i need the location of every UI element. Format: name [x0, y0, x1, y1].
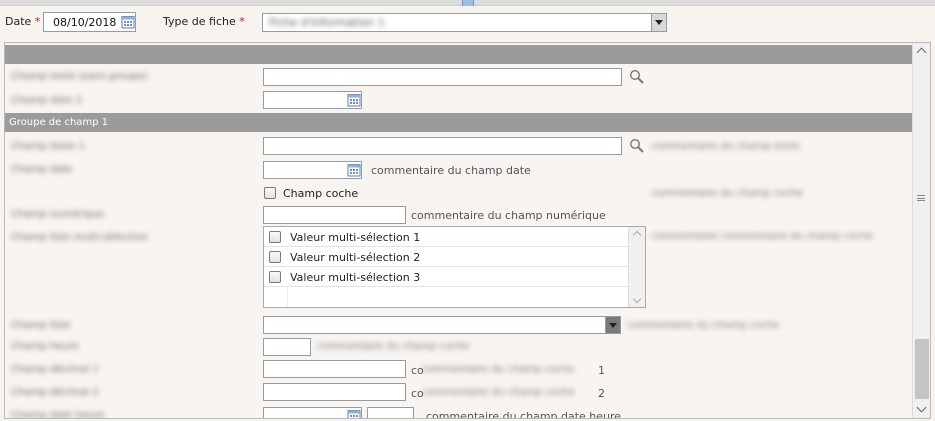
field-comment: commentaire du champ coche [422, 364, 575, 375]
numeric-input[interactable] [263, 206, 406, 224]
field-label: Champ texte (sans groupe) [11, 71, 148, 82]
search-icon[interactable] [629, 69, 645, 85]
multi-select-list[interactable]: Valeur multi-sélection 1 Valeur multi-sé… [263, 226, 646, 308]
decimal-input[interactable] [263, 360, 406, 378]
divider [287, 287, 288, 307]
list-select[interactable] [263, 316, 621, 334]
field-comment: commentaire du champ coche [627, 320, 780, 331]
form-panel[interactable]: Champ texte (sans groupe) Champ date 2 G… [4, 42, 931, 419]
calendar-icon[interactable] [121, 15, 135, 29]
field-comment: commentaire commentaire du champ coche [651, 231, 873, 242]
type-fiche-select[interactable]: Fiche d'information 1 [262, 13, 667, 32]
option-label: Valeur multi-sélection 2 [290, 251, 421, 264]
list-item[interactable]: Valeur multi-sélection 3 [264, 267, 628, 287]
list-item[interactable]: Valeur multi-sélection 2 [264, 247, 628, 267]
option-checkbox[interactable] [269, 231, 281, 243]
field-comment: commentaire du champ numérique [411, 209, 606, 222]
field-comment: commentaire du champ texte [651, 141, 800, 152]
option-label: Valeur multi-sélection 1 [290, 231, 421, 244]
chevron-up-icon[interactable] [632, 230, 642, 236]
date-value: 08/10/2018 [53, 16, 117, 29]
calendar-icon[interactable] [347, 409, 361, 418]
form-scrollbar[interactable] [912, 43, 930, 418]
calendar-icon[interactable] [347, 163, 361, 177]
field-comment: commentaire du champ date [371, 164, 531, 177]
chevron-down-icon[interactable] [605, 317, 620, 333]
type-fiche-value: Fiche d'information 1 [269, 16, 385, 29]
field-label: Champ liste [11, 320, 71, 331]
date-input[interactable] [263, 161, 362, 179]
field-label: Champ date [11, 164, 73, 175]
chevron-up-icon[interactable] [914, 43, 930, 59]
scroll-thumb[interactable] [915, 339, 929, 399]
field-comment: commentaire du champ coche [651, 188, 804, 199]
option-checkbox[interactable] [269, 251, 281, 263]
date-input[interactable] [263, 91, 362, 109]
comment-suffix: 1 [598, 364, 605, 377]
list-scrollbar[interactable] [628, 227, 645, 307]
field-label: Champ texte 1 [11, 141, 86, 152]
checkbox-label: Champ coche [283, 187, 359, 200]
decimal-input[interactable] [263, 383, 406, 401]
field-comment: commentaire du champ date heure [426, 410, 622, 419]
calendar-icon[interactable] [347, 93, 361, 107]
chevron-down-icon[interactable] [914, 402, 930, 418]
field-label: Champ numérique [11, 209, 105, 220]
field-label: Champ décimal 2 [11, 387, 99, 398]
text-input[interactable] [263, 68, 622, 86]
type-fiche-label: Type de fiche * [163, 15, 245, 28]
required-mark: * [34, 15, 41, 28]
time-input[interactable] [367, 407, 414, 418]
scroll-grip-icon [917, 195, 925, 201]
splitter-grip[interactable] [462, 0, 474, 6]
chevron-down-icon[interactable] [632, 297, 642, 303]
group-header: Groupe de champ 1 [5, 113, 912, 132]
field-label: Champ heure [11, 341, 79, 352]
comment-suffix: 2 [598, 387, 605, 400]
search-icon[interactable] [629, 138, 645, 154]
option-label: Valeur multi-sélection 3 [290, 271, 421, 284]
field-comment: commentaire du champ coche [422, 387, 575, 398]
date-input[interactable] [263, 407, 362, 418]
field-label: Champ liste multi-sélection [11, 232, 148, 243]
date-label: Date * [5, 15, 41, 28]
field-comment: commentaire du champ coche [317, 341, 470, 352]
field-label: Champ date 2 [11, 95, 82, 106]
champ-coche-checkbox[interactable] [264, 187, 276, 199]
text-input[interactable] [263, 137, 622, 155]
hour-input[interactable] [263, 338, 311, 356]
option-checkbox[interactable] [269, 271, 281, 283]
top-splitter[interactable] [0, 0, 935, 6]
required-mark: * [239, 15, 245, 28]
field-label: Champ décimal 1 [11, 364, 99, 375]
group-title: Groupe de champ 1 [9, 117, 109, 128]
section-header-top [5, 45, 912, 64]
field-label: Champ date heure [11, 410, 105, 419]
chevron-down-icon[interactable] [651, 14, 666, 31]
list-item[interactable]: Valeur multi-sélection 1 [264, 227, 628, 247]
date-input[interactable]: 08/10/2018 [43, 12, 136, 32]
